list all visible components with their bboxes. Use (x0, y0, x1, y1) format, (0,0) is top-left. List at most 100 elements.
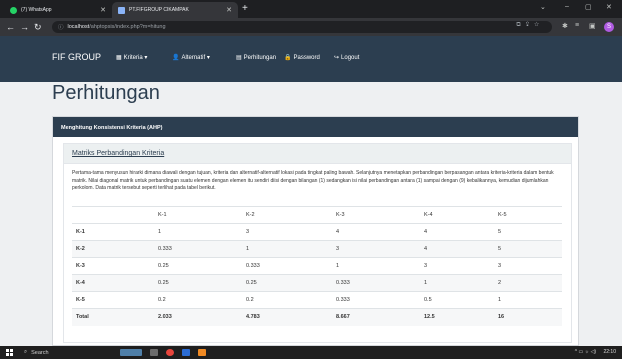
grid-icon: ▦ (116, 55, 122, 61)
windows-start-icon[interactable] (6, 349, 13, 356)
logout-icon: ↪ (334, 55, 340, 61)
table-cell: 3 (420, 257, 494, 275)
browser-toolbar: ← → ↻ ⓘ localhost /ahptopsis/index.php?m… (0, 18, 622, 36)
app-navbar: FIF GROUP ▦ Kriteria ▾ 👤 Alternatif ▾ ▤ … (0, 36, 622, 82)
url-path: /ahptopsis/index.php?m=hitung (89, 24, 166, 30)
browser-tab-strip: (7) WhatsApp ✕ PT.FIFGROUP CIKAMPAK ✕ + … (0, 0, 622, 18)
matrix-panel: Matriks Perbandingan Kriteria Pertama-ta… (63, 143, 572, 343)
xampp-icon[interactable] (198, 349, 206, 356)
table-cell: 4 (420, 223, 494, 241)
table-cell: 0.333 (332, 274, 420, 292)
new-tab-button[interactable]: + (242, 3, 248, 15)
tab-search-icon[interactable]: ⌄ (540, 3, 546, 11)
table-cell: 0.25 (154, 257, 242, 275)
tab-fifgroup[interactable]: PT.FIFGROUP CIKAMPAK ✕ (112, 2, 238, 18)
windows-taskbar: ⌕ Search ^ ▭ ☼ ◁) 22:10 (0, 346, 622, 359)
site-favicon-icon (118, 6, 125, 14)
side-panel-icon[interactable]: ▣ (589, 22, 596, 30)
matrix-panel-title: Matriks Perbandingan Kriteria (64, 144, 571, 164)
reload-icon[interactable]: ↻ (34, 21, 42, 33)
system-tray[interactable]: ^ ▭ ☼ ◁) 22:10 (575, 349, 616, 355)
tab-label: PT.FIFGROUP CIKAMPAK (129, 7, 189, 13)
close-tab-icon[interactable]: ✕ (100, 6, 106, 14)
table-header-row: K-1 K-2 K-3 K-4 K-5 (72, 206, 562, 224)
calculator-icon: ▤ (236, 55, 242, 61)
table-cell: 1 (154, 223, 242, 241)
table-row: K-2 0.333 1 3 4 5 (72, 240, 562, 258)
table-cell: 0.5 (420, 291, 494, 309)
nav-alternatif[interactable]: 👤 Alternatif ▾ (172, 54, 210, 61)
user-icon: 👤 (172, 55, 180, 61)
table-cell: 2.033 (154, 308, 242, 326)
table-cell: 0.333 (332, 291, 420, 309)
tab-label: (7) WhatsApp (21, 7, 52, 13)
search-icon: ⌕ (24, 349, 28, 355)
lock-icon: 🔒 (284, 55, 292, 61)
table-row: K-1 1 3 4 4 5 (72, 223, 562, 241)
table-header-cell: K-2 (242, 206, 332, 224)
nav-kriteria-label: Kriteria ▾ (123, 55, 148, 61)
row-header-cell: K-5 (72, 291, 154, 309)
widgets-icon[interactable] (120, 349, 142, 356)
table-cell: 1 (494, 291, 562, 309)
row-header-cell: K-3 (72, 257, 154, 275)
nav-password-label: Password (293, 54, 320, 61)
table-cell: 2 (494, 274, 562, 292)
profile-avatar[interactable]: S (604, 22, 614, 32)
taskbar-search-label: Search (31, 349, 49, 356)
extensions-icon[interactable]: ✱ (562, 22, 568, 30)
nav-kriteria[interactable]: ▦ Kriteria ▾ (116, 54, 147, 61)
maximize-button[interactable]: ▢ (585, 3, 592, 11)
close-tab-icon[interactable]: ✕ (226, 6, 232, 14)
back-icon[interactable]: ← (6, 21, 15, 33)
table-cell: 8.667 (332, 308, 420, 326)
table-cell: 0.2 (242, 291, 332, 309)
card-header: Menghitung Konsistensi Kriteria (AHP) (53, 117, 578, 137)
table-cell: 3 (494, 257, 562, 275)
reading-list-icon[interactable]: ≡ (575, 22, 579, 29)
brand-logo[interactable]: FIF GROUP (52, 52, 101, 62)
tab-whatsapp[interactable]: (7) WhatsApp ✕ (4, 2, 112, 18)
nav-alternatif-label: Alternatif ▾ (181, 55, 210, 61)
nav-logout-label: Logout (341, 54, 360, 61)
nav-password[interactable]: 🔒 Password (284, 54, 320, 62)
page-title: Perhitungan (52, 82, 160, 104)
nav-perhitungan[interactable]: ▤ Perhitungan (236, 54, 277, 62)
table-cell: 0.333 (154, 240, 242, 258)
table-total-row: Total 2.033 4.783 8.667 12.5 16 (72, 308, 562, 326)
table-header-cell: K-4 (420, 206, 494, 224)
taskbar-search[interactable]: ⌕ Search (24, 348, 114, 357)
address-bar-actions[interactable]: ⧉⇪☆ (516, 22, 544, 29)
chrome-icon[interactable] (166, 349, 174, 356)
vscode-icon[interactable] (182, 349, 190, 356)
clock: 22:10 (603, 349, 616, 355)
ahp-card: Menghitung Konsistensi Kriteria (AHP) Ma… (52, 116, 579, 346)
table-row: K-5 0.2 0.2 0.333 0.5 1 (72, 291, 562, 309)
table-cell: 1 (242, 240, 332, 258)
tray-icons: ^ ▭ ☼ ◁) (574, 349, 597, 355)
nav-logout[interactable]: ↪ Logout (334, 54, 360, 62)
table-header-cell: K-3 (332, 206, 420, 224)
comparison-matrix-table: K-1 K-2 K-3 K-4 K-5 K-1 1 3 4 4 5 K-2 0.… (72, 206, 562, 326)
table-cell: 16 (494, 308, 562, 326)
table-cell: 5 (494, 240, 562, 258)
table-cell: 5 (494, 223, 562, 241)
minimize-button[interactable]: – (565, 3, 569, 10)
table-cell: 0.25 (154, 274, 242, 292)
whatsapp-icon (10, 6, 17, 14)
table-cell: 1 (420, 274, 494, 292)
info-icon[interactable]: ⓘ (58, 23, 64, 31)
url-host: localhost (67, 24, 90, 30)
close-window-button[interactable]: ✕ (606, 3, 612, 11)
address-bar[interactable]: ⓘ localhost /ahptopsis/index.php?m=hitun… (52, 21, 552, 33)
forward-icon[interactable]: → (20, 21, 29, 33)
task-view-icon[interactable] (150, 349, 158, 356)
table-cell: 4 (420, 240, 494, 258)
table-cell: 0.25 (242, 274, 332, 292)
table-header-cell: K-5 (494, 206, 562, 224)
nav-perhitungan-label: Perhitungan (243, 54, 277, 61)
table-cell: 3 (242, 223, 332, 241)
table-row: K-3 0.25 0.333 1 3 3 (72, 257, 562, 275)
row-header-cell: K-1 (72, 223, 154, 241)
table-row: K-4 0.25 0.25 0.333 1 2 (72, 274, 562, 292)
